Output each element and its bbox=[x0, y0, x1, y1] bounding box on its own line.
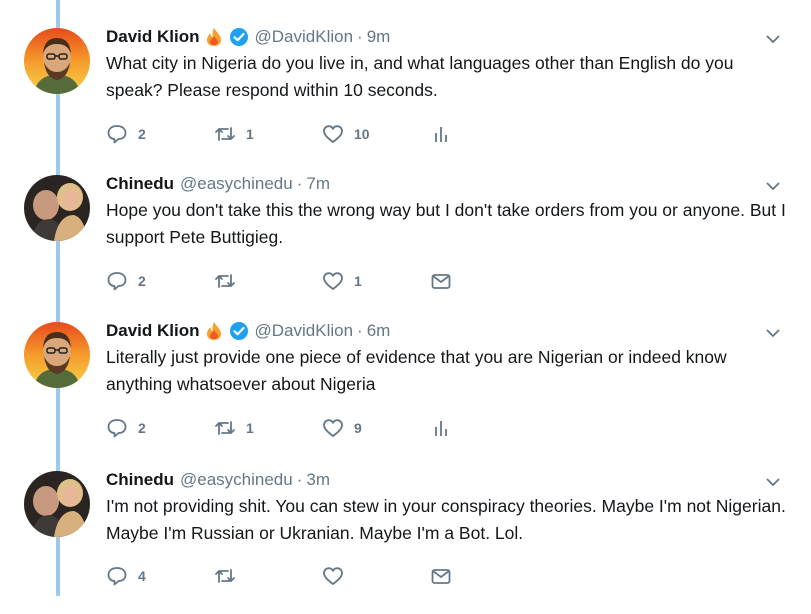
tweet[interactable]: Chinedu @easychinedu · 7m Hope you don't… bbox=[0, 172, 811, 318]
separator-dot: · bbox=[357, 321, 363, 340]
tweet[interactable]: Chinedu @easychinedu · 3m I'm not provid… bbox=[0, 468, 811, 614]
retweet-icon bbox=[215, 274, 235, 288]
display-name[interactable]: Chinedu bbox=[106, 468, 174, 492]
analytics-button[interactable] bbox=[430, 418, 538, 438]
reply-icon bbox=[107, 272, 127, 291]
handle[interactable]: @easychinedu bbox=[180, 172, 293, 196]
like-button[interactable]: 9 bbox=[322, 418, 430, 438]
tweet[interactable]: David Klion @DavidKlion · 9m What city i… bbox=[0, 25, 811, 171]
fire-emoji-icon bbox=[203, 27, 225, 47]
avatar-david-klion[interactable] bbox=[24, 28, 90, 94]
like-button[interactable]: 10 bbox=[322, 124, 430, 144]
direct-message-icon bbox=[431, 569, 451, 584]
tweet-header: David Klion @DavidKlion · 6m bbox=[106, 319, 390, 343]
like-button[interactable]: 1 bbox=[322, 271, 430, 291]
avatar-david-klion[interactable] bbox=[24, 322, 90, 388]
reply-count: 4 bbox=[138, 568, 146, 584]
heart-icon bbox=[323, 272, 343, 290]
tweet-header: Chinedu @easychinedu · 7m bbox=[106, 172, 330, 196]
retweet-icon bbox=[215, 569, 235, 583]
analytics-icon bbox=[435, 127, 447, 142]
chevron-down-icon[interactable] bbox=[765, 31, 781, 47]
separator-dot: · bbox=[357, 27, 363, 46]
retweet-count: 1 bbox=[246, 126, 254, 142]
reply-icon bbox=[107, 419, 127, 438]
analytics-icon bbox=[435, 421, 447, 436]
handle[interactable]: @DavidKlion bbox=[255, 25, 354, 49]
like-button[interactable] bbox=[322, 566, 430, 586]
avatar-chinedu[interactable] bbox=[24, 471, 90, 537]
chevron-down-icon[interactable] bbox=[765, 178, 781, 194]
timestamp[interactable]: 9m bbox=[367, 25, 391, 49]
reply-count: 2 bbox=[138, 126, 146, 142]
avatar-chinedu[interactable] bbox=[24, 175, 90, 241]
analytics-button[interactable] bbox=[430, 124, 538, 144]
chevron-down-icon[interactable] bbox=[765, 474, 781, 490]
retweet-button[interactable]: 1 bbox=[214, 124, 322, 144]
retweet-button[interactable] bbox=[214, 566, 322, 586]
reply-icon bbox=[107, 567, 127, 586]
tweet-text: Literally just provide one piece of evid… bbox=[106, 347, 727, 394]
tweet-actions: 2 1 bbox=[106, 269, 538, 293]
direct-message-button[interactable] bbox=[430, 271, 538, 291]
tweet-text: What city in Nigeria do you live in, and… bbox=[106, 53, 734, 100]
direct-message-icon bbox=[431, 274, 451, 289]
reply-count: 2 bbox=[138, 273, 146, 289]
fire-emoji-icon bbox=[203, 321, 225, 341]
retweet-icon bbox=[215, 127, 235, 141]
retweet-count: 1 bbox=[246, 420, 254, 436]
tweet-header: David Klion @DavidKlion · 9m bbox=[106, 25, 390, 49]
reply-count: 2 bbox=[138, 420, 146, 436]
tweet-actions: 2 1 10 bbox=[106, 122, 538, 146]
verified-badge-icon bbox=[229, 321, 249, 341]
chevron-down-icon[interactable] bbox=[765, 325, 781, 341]
heart-icon bbox=[323, 125, 343, 143]
like-count: 10 bbox=[354, 126, 370, 142]
display-name[interactable]: David Klion bbox=[106, 25, 200, 49]
reply-button[interactable]: 2 bbox=[106, 418, 214, 438]
like-count: 9 bbox=[354, 420, 362, 436]
reply-button[interactable]: 4 bbox=[106, 566, 214, 586]
timestamp[interactable]: 6m bbox=[367, 319, 391, 343]
separator-dot: · bbox=[296, 470, 303, 489]
separator-dot: · bbox=[296, 174, 303, 193]
heart-icon bbox=[323, 567, 343, 585]
direct-message-button[interactable] bbox=[430, 566, 538, 586]
retweet-button[interactable]: 1 bbox=[214, 418, 322, 438]
display-name[interactable]: Chinedu bbox=[106, 172, 174, 196]
retweet-button[interactable] bbox=[214, 271, 322, 291]
reply-icon bbox=[107, 125, 127, 144]
tweet[interactable]: David Klion @DavidKlion · 6m Literally j… bbox=[0, 319, 811, 465]
tweet-actions: 2 1 9 bbox=[106, 416, 538, 440]
like-count: 1 bbox=[354, 273, 362, 289]
display-name[interactable]: David Klion bbox=[106, 319, 200, 343]
tweet-text: Hope you don't take this the wrong way b… bbox=[106, 200, 786, 247]
verified-badge-icon bbox=[229, 27, 249, 47]
reply-button[interactable]: 2 bbox=[106, 271, 214, 291]
handle[interactable]: @easychinedu bbox=[180, 468, 293, 492]
timestamp[interactable]: 7m bbox=[306, 172, 330, 196]
tweet-text: I'm not providing shit. You can stew in … bbox=[106, 496, 786, 543]
handle[interactable]: @DavidKlion bbox=[255, 319, 354, 343]
reply-button[interactable]: 2 bbox=[106, 124, 214, 144]
tweet-actions: 4 bbox=[106, 564, 538, 588]
retweet-icon bbox=[215, 421, 235, 435]
timestamp[interactable]: 3m bbox=[306, 468, 330, 492]
heart-icon bbox=[323, 419, 343, 437]
tweet-header: Chinedu @easychinedu · 3m bbox=[106, 468, 330, 492]
